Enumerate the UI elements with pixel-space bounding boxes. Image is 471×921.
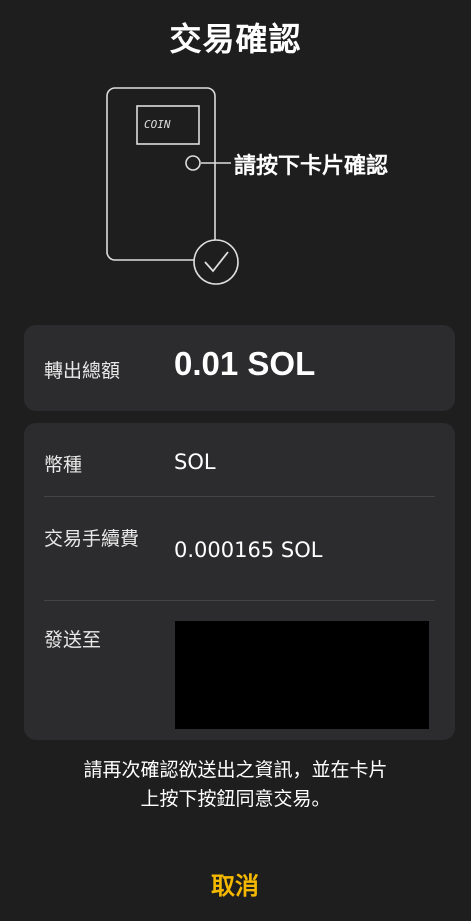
recipient-address-redacted (175, 621, 429, 729)
currency-value: SOL (174, 450, 216, 474)
details-panel: 幣種 SOL 交易手續費 0.000165 SOL 發送至 (24, 423, 455, 740)
recipient-label: 發送至 (44, 629, 102, 651)
card-button-icon (185, 155, 201, 171)
amount-panel: 轉出總額 0.01 SOL (24, 325, 455, 411)
fee-label: 交易手續費 (44, 528, 140, 550)
fee-value: 0.000165 SOL (174, 538, 323, 562)
divider (44, 496, 435, 497)
note-line: 上按下按鈕同意交易。 (140, 788, 331, 810)
page-title: 交易確認 (169, 20, 302, 58)
note-line: 請再次確認欲送出之資訊，並在卡片 (83, 759, 388, 781)
check-circle-bg (193, 239, 239, 285)
divider (44, 600, 435, 601)
card-screen-text: COIN (144, 118, 171, 131)
amount-value: 0.01 SOL (174, 345, 316, 382)
card-illustration: COIN (95, 82, 355, 292)
amount-label: 轉出總額 (44, 360, 121, 382)
currency-label: 幣種 (44, 454, 83, 476)
confirmation-note: 請再次確認欲送出之資訊，並在卡片 上按下按鈕同意交易。 (0, 756, 471, 814)
press-card-label: 請按下卡片確認 (234, 154, 389, 179)
cancel-button[interactable]: 取消 (185, 866, 285, 901)
card-press-illustration: COIN (106, 87, 239, 285)
